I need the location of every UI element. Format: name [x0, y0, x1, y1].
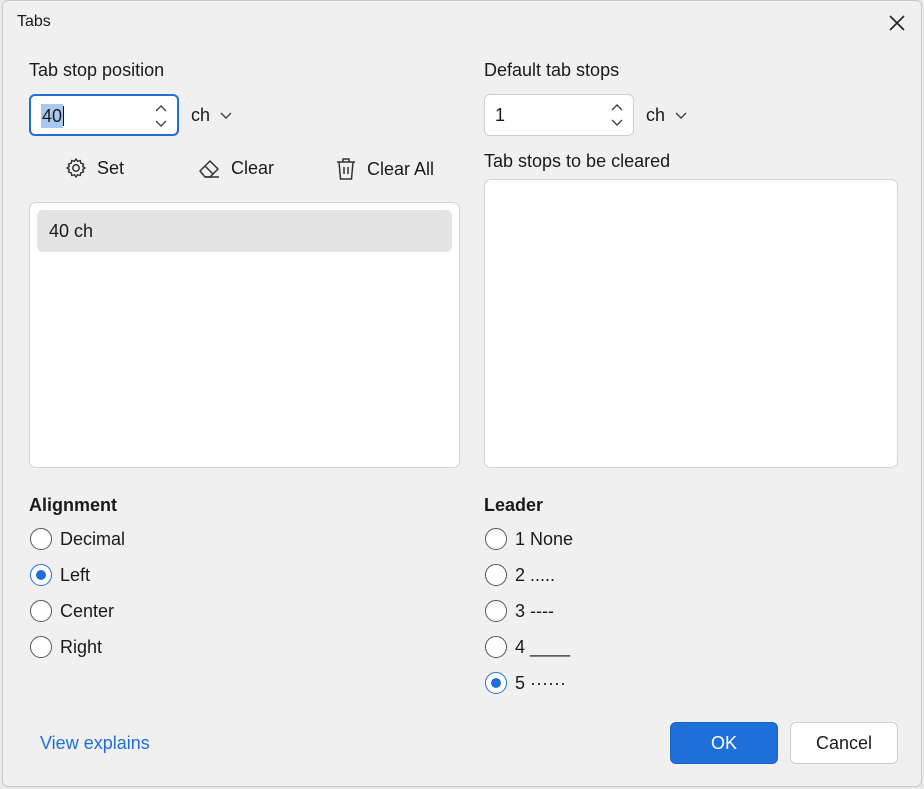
leader-option-middle-dots[interactable]: 5 ······: [485, 672, 566, 694]
title-bar: Tabs: [3, 1, 921, 45]
gear-icon: [66, 158, 86, 178]
radio-label: Center: [60, 600, 115, 621]
radio-label: 5 ······: [515, 672, 566, 693]
leader-option-none[interactable]: 1 None: [485, 528, 573, 550]
default-tab-stops-spinner: [609, 99, 625, 131]
radio-button[interactable]: [30, 636, 52, 658]
chevron-up-icon: [155, 105, 167, 112]
radio-button-checked[interactable]: [30, 564, 52, 586]
close-icon: [889, 15, 905, 31]
alignment-option-right[interactable]: Right: [30, 636, 102, 658]
default-tab-stops-label: Default tab stops: [484, 60, 620, 80]
alignment-option-left[interactable]: Left: [30, 564, 90, 586]
alignment-option-decimal[interactable]: Decimal: [30, 528, 125, 550]
radio-button[interactable]: [485, 564, 507, 586]
spin-up-button[interactable]: [609, 99, 625, 115]
default-tab-unit-dropdown[interactable]: ch: [646, 105, 687, 126]
alignment-option-center[interactable]: Center: [30, 600, 114, 622]
set-button[interactable]: Set: [65, 157, 124, 179]
radio-button[interactable]: [485, 528, 507, 550]
radio-button[interactable]: [485, 600, 507, 622]
clear-all-label: Clear All: [367, 158, 435, 179]
radio-button[interactable]: [30, 528, 52, 550]
clear-all-button[interactable]: Clear All: [335, 157, 434, 181]
spin-down-button[interactable]: [153, 116, 169, 132]
tab-stop-position-spinbox[interactable]: 40: [29, 94, 179, 136]
tab-stop-position-spinner: [153, 100, 169, 132]
ok-button[interactable]: OK: [670, 722, 778, 764]
set-label: Set: [97, 157, 125, 178]
chevron-down-icon: [220, 112, 232, 119]
leader-option-dots[interactable]: 2 .....: [485, 564, 555, 586]
radio-button[interactable]: [30, 600, 52, 622]
spin-up-button[interactable]: [153, 100, 169, 116]
leader-option-dashes[interactable]: 3 ----: [485, 600, 554, 622]
radio-label: 2 .....: [515, 564, 556, 585]
leader-heading: Leader: [484, 495, 544, 515]
trash-icon: [337, 158, 355, 180]
radio-button-checked[interactable]: [485, 672, 507, 694]
radio-label: Decimal: [60, 528, 126, 549]
cleared-list-label: Tab stops to be cleared: [484, 151, 671, 171]
radio-label: Left: [60, 564, 91, 585]
radio-label: 1 None: [515, 528, 574, 549]
dialog-title: Tabs: [17, 13, 51, 30]
tab-stop-unit-value: ch: [191, 105, 211, 125]
close-button[interactable]: [881, 7, 913, 39]
tab-stop-unit-dropdown[interactable]: ch: [191, 105, 232, 126]
tab-stops-list[interactable]: 40 ch: [29, 202, 460, 468]
radio-button[interactable]: [485, 636, 507, 658]
leader-option-underline[interactable]: 4 ____: [485, 636, 570, 658]
list-item[interactable]: 40 ch: [37, 210, 452, 252]
chevron-up-icon: [611, 104, 623, 111]
alignment-heading: Alignment: [29, 495, 117, 515]
view-explains-link[interactable]: View explains: [40, 733, 150, 754]
tab-stop-position-value[interactable]: 40: [41, 104, 64, 128]
spin-down-button[interactable]: [609, 115, 625, 131]
radio-label: 4 ____: [515, 636, 571, 657]
radio-label: Right: [60, 636, 103, 657]
text-caret: [63, 106, 64, 126]
tab-stop-position-label: Tab stop position: [29, 60, 165, 80]
eraser-icon: [199, 160, 219, 178]
cleared-tab-stops-list[interactable]: [484, 179, 898, 468]
radio-label: 3 ----: [515, 600, 554, 621]
cancel-button[interactable]: Cancel: [790, 722, 898, 764]
default-tab-stops-input[interactable]: [495, 103, 585, 127]
clear-button[interactable]: Clear: [197, 157, 274, 179]
chevron-down-icon: [611, 119, 623, 126]
tabs-dialog: Tabs Tab stop position 40 ch Default tab…: [2, 0, 922, 787]
default-tab-stops-spinbox[interactable]: [484, 94, 634, 136]
chevron-down-icon: [155, 120, 167, 127]
clear-label: Clear: [231, 157, 275, 178]
default-tab-unit-value: ch: [646, 105, 666, 125]
chevron-down-icon: [675, 112, 687, 119]
